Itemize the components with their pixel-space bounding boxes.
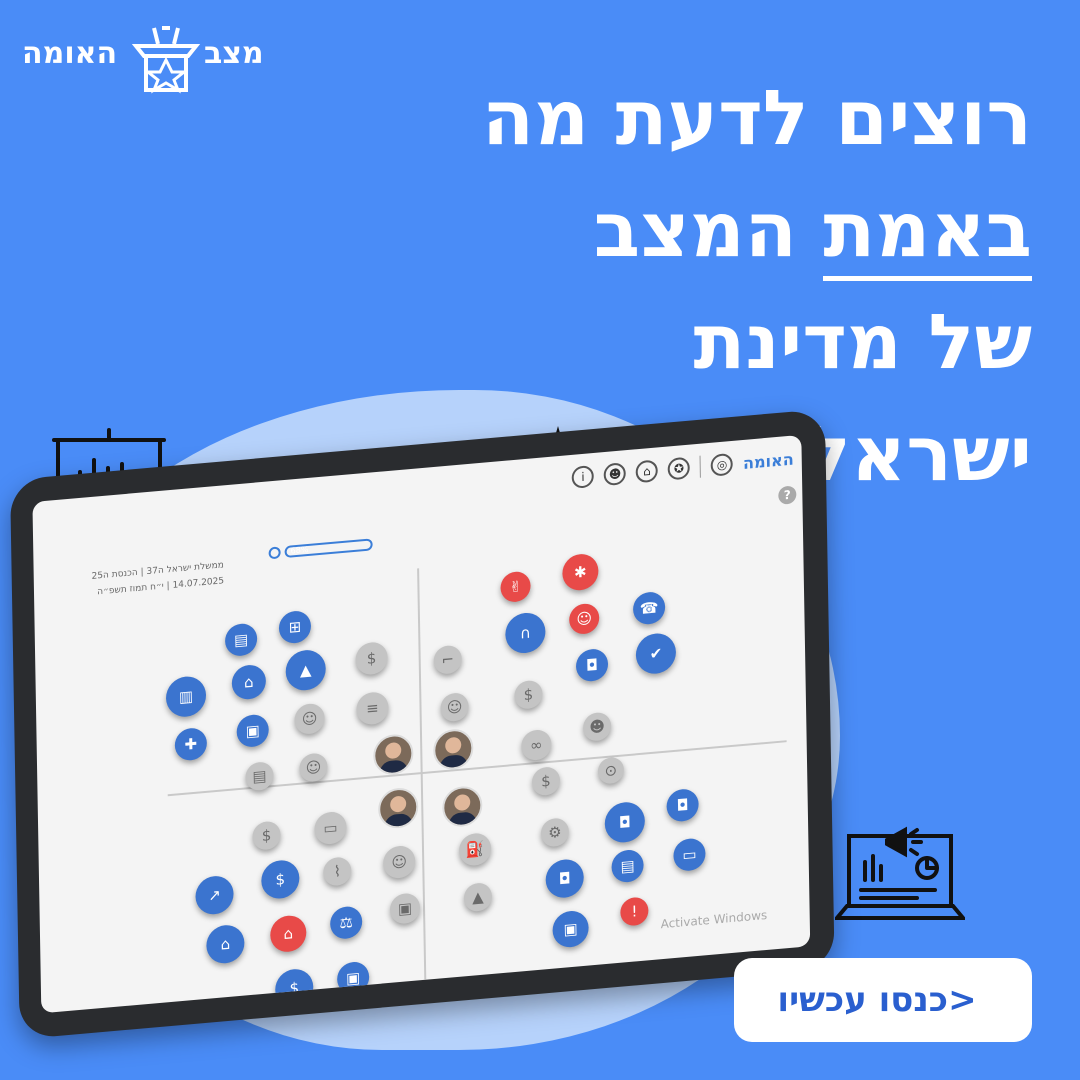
hospital-icon[interactable]: ✚ [174,726,208,762]
car-side-icon[interactable]: ◘ [666,787,699,823]
minister-avatar[interactable] [377,786,419,830]
person-money-icon[interactable]: ☺ [382,844,416,880]
rip-gravestone-icon[interactable]: ∩ [505,611,546,655]
podium-star-icon [131,26,201,94]
handcuffs-icon[interactable]: ∞ [521,728,552,762]
seal-icon[interactable]: ✪ [667,456,691,481]
scales-icon[interactable]: ⚖ [329,905,363,941]
teacher-person-icon[interactable]: ☺ [299,752,328,783]
briefcase-gray-icon[interactable]: ▣ [389,892,421,925]
graduation-cap-icon[interactable]: ⌂ [231,663,267,701]
car-crash-icon[interactable]: ◘ [604,800,646,845]
laptop-megaphone-icon [835,826,965,920]
minister-avatar[interactable] [372,732,414,777]
graduate-person-icon[interactable]: ☺ [294,702,325,736]
dollar-plant-icon[interactable]: $ [261,858,300,901]
podium-icon[interactable]: ▥ [165,674,207,719]
verified-badge-icon[interactable]: ✔ [635,631,677,676]
alert-icon[interactable]: ! [620,896,649,927]
ticket-icon[interactable]: ▭ [673,837,706,873]
person-dollar-icon[interactable]: $ [274,967,314,1009]
app-logo[interactable]: האומה [743,449,794,472]
money-bag-icon[interactable]: $ [355,641,388,676]
phd-cap-icon[interactable]: ▲ [285,648,327,692]
headline-underlined-word: באמת [823,185,1032,281]
bus-icon[interactable]: ▣ [552,909,589,949]
headline-line-1: רוצים לדעת מה [481,73,1032,162]
taxi-icon[interactable]: ◘ [545,857,585,900]
tablet-mockup: האומה ◎ ✪ ⌂ ☻ i ? ממשלת ישראל ה37 | הכנס… [10,408,835,1040]
help-icon[interactable]: ? [778,485,797,505]
progress-bar: 68% [284,538,373,559]
road-icon[interactable]: ▲ [463,881,493,913]
logo-text-right: מצב [204,36,264,71]
line-chart-icon[interactable]: ⌇ [323,856,352,887]
clock-icon [268,546,281,560]
toolbar-divider [699,455,702,478]
money-bag-icon[interactable]: $ [252,820,281,851]
teacher-icon[interactable]: ⊞ [278,609,312,645]
os-watermark: Activate Windows [660,907,768,932]
cta-label: כנסו עכשיו [777,980,949,1020]
tablet-screen: האומה ◎ ✪ ⌂ ☻ i ? ממשלת ישראל ה37 | הכנס… [32,434,811,1014]
headline-line-2: באמת המצב [312,174,1032,286]
map-pin-icon[interactable]: ⊙ [597,756,625,785]
progress-indicator: 68% [268,538,373,560]
spy-icon[interactable]: ☻ [603,462,627,487]
headline-line-3: של מדינת [693,297,1032,386]
briefcase-icon[interactable]: ▣ [236,713,269,749]
car-icon[interactable]: ◘ [575,647,609,683]
gun-icon[interactable]: ⌐ [433,644,462,675]
passport-icon[interactable]: ▤ [611,848,644,884]
police-officer-icon[interactable]: ☺ [440,691,469,723]
money-bag-icon[interactable]: $ [531,766,561,797]
person-alert-icon[interactable]: ☺ [568,602,600,636]
minister-avatar[interactable] [432,727,474,772]
progress-text: 68% [290,544,309,556]
tablet-frame: האומה ◎ ✪ ⌂ ☻ i ? ממשלת ישראל ה37 | הכנס… [10,408,835,1040]
terror-attack-icon[interactable]: ✱ [562,552,599,592]
house-debt-icon[interactable]: ⌂ [269,914,307,954]
government-meta: ממשלת ישראל ה37 | הכנסת ה25 14.07.2025 |… [74,557,225,602]
institution-icon[interactable]: ⌂ [635,459,659,484]
briefcase-icon[interactable]: ▣ [336,960,370,996]
headline-line-2-rest: המצב [593,185,824,274]
spare-parts-icon[interactable]: ⚙ [540,817,570,848]
document-icon[interactable]: ▤ [224,622,258,658]
growth-chart-icon[interactable]: ↗ [195,874,234,916]
bank-icon[interactable]: ⌂ [206,923,245,965]
chevron-right-icon: > [948,980,977,1020]
protest-icon[interactable]: ✌ [500,570,531,604]
money-bag-icon[interactable]: $ [514,679,543,710]
logo-text-left: האומה [22,36,118,71]
enter-now-button[interactable]: כנסו עכשיו > [734,958,1032,1042]
phone-icon[interactable]: ☎ [632,590,666,626]
wallet-icon[interactable]: ▭ [314,810,347,846]
minister-avatar[interactable] [441,784,483,829]
group-icon[interactable]: ◎ [710,452,734,477]
report-document-icon[interactable]: ≡ [356,690,389,726]
fuel-pump-icon[interactable]: ⛽ [458,832,492,867]
brand-logo[interactable]: האומה מצב [22,14,264,94]
info-icon[interactable]: i [571,464,595,489]
crowd-icon[interactable]: ☻ [582,711,612,742]
